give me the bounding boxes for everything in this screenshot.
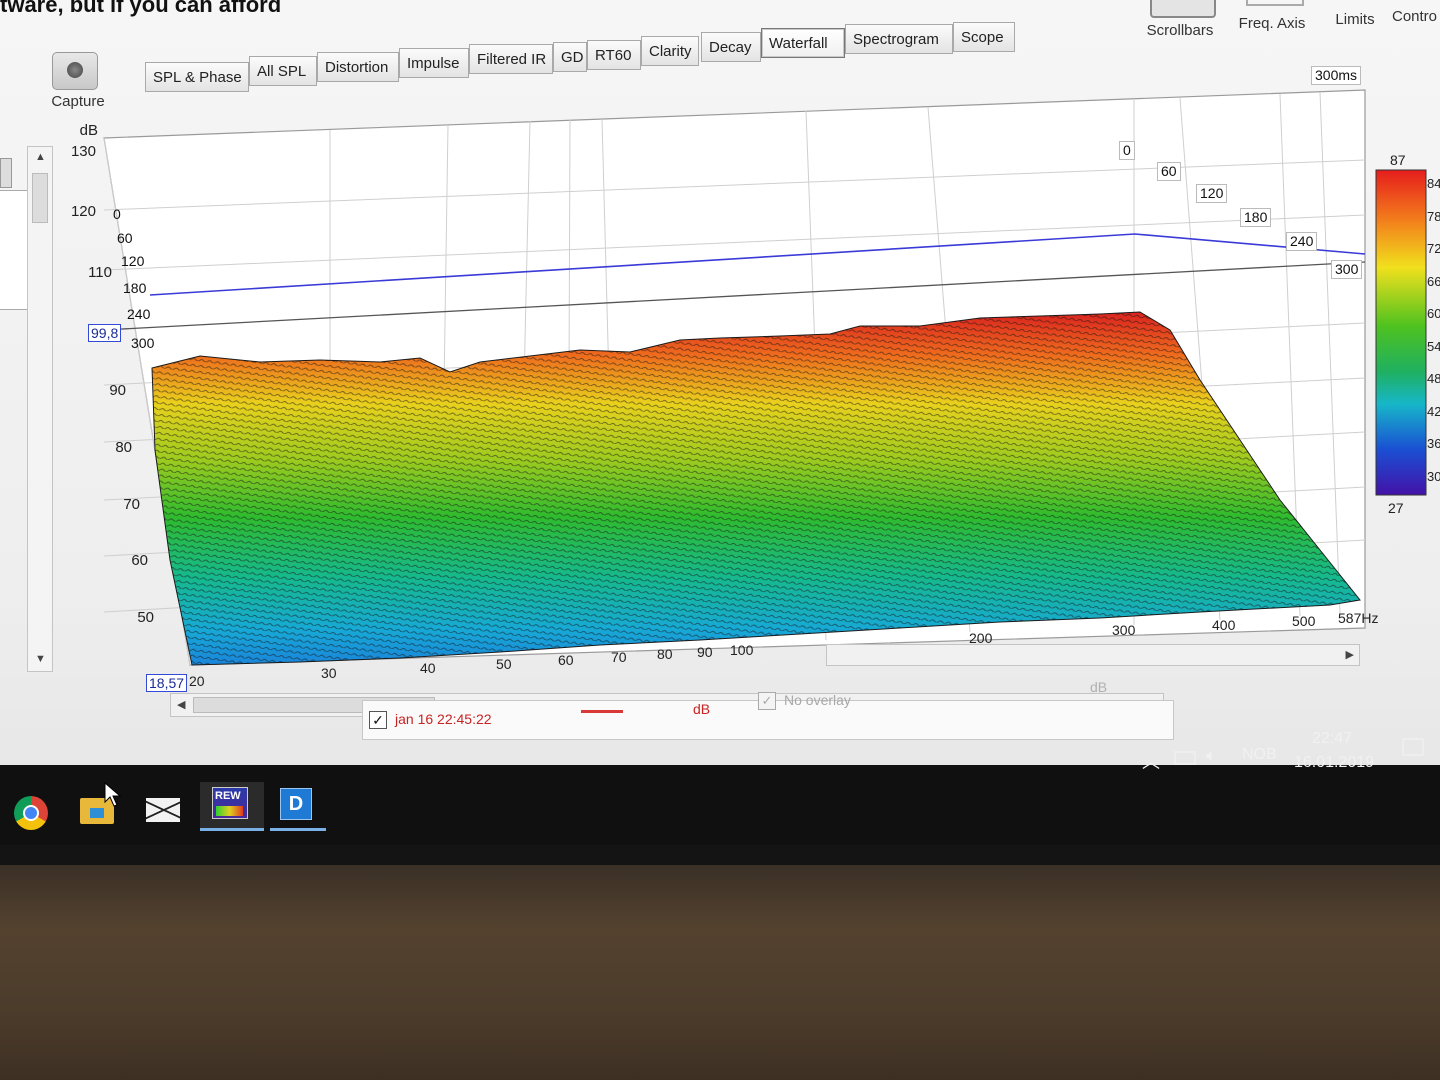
time-label-right: 300	[1331, 260, 1363, 279]
scroll-left-icon[interactable]: ◀	[177, 698, 185, 711]
time-label-left: 60	[117, 230, 133, 246]
x-readout[interactable]: 18,57	[146, 674, 188, 692]
dirac-icon: D	[280, 788, 312, 820]
overlay-label[interactable]: No overlay	[784, 692, 851, 708]
time-label-right: 120	[1196, 184, 1228, 203]
screen: tware, but if you can afford Capture Scr…	[0, 0, 1440, 845]
monitor-bezel	[0, 845, 1440, 865]
measurement-line-swatch	[581, 710, 623, 713]
time-label-left: 240	[127, 306, 151, 322]
time-label-left: 120	[121, 253, 145, 269]
colorscale-tick: 84	[1427, 176, 1440, 191]
colorscale-tick: 42	[1427, 403, 1440, 419]
x-tick-label: 70	[611, 649, 627, 665]
x-tick-label: 60	[558, 652, 574, 668]
x-tick-label: 90	[697, 644, 713, 660]
colorscale-tick: 54	[1427, 338, 1440, 354]
measurement-checkbox[interactable]: ✓	[369, 711, 387, 729]
x-tick-label: 50	[496, 656, 512, 672]
dirac-taskbar-button[interactable]: D	[270, 782, 326, 831]
scroll-up-icon[interactable]: ▲	[35, 151, 46, 163]
colorscale-tick: 72	[1427, 241, 1440, 256]
time-label-right: 240	[1286, 232, 1318, 251]
rew-taskbar-button[interactable]: REW	[200, 782, 264, 831]
time-label-left: 0	[113, 206, 121, 222]
colorscale-tick: 66	[1427, 273, 1440, 289]
y-tick-label: 50	[137, 609, 154, 626]
x-tick-label: 100	[730, 642, 754, 658]
colorscale-tick: 60	[1427, 306, 1440, 321]
colorscale-min: 27	[1388, 500, 1404, 516]
vertical-scrollbar[interactable]: ▲ ▼	[27, 146, 53, 672]
x-tick-label: 40	[420, 660, 436, 676]
overlay-checkbox[interactable]: ✓	[758, 692, 776, 710]
x-tick-label: 300	[1112, 622, 1136, 638]
overlay-unit: dB	[1090, 679, 1108, 695]
y-axis-unit: dB	[79, 122, 98, 139]
mouse-cursor-icon	[104, 782, 122, 807]
x-readout-suffix: 20	[189, 673, 205, 689]
desk-background	[0, 865, 1440, 1080]
y-tick-label: 70	[123, 496, 140, 513]
time-label-right: 0	[1119, 141, 1135, 160]
y-tick-label: 80	[115, 439, 132, 456]
rew-icon-label: REW	[215, 790, 241, 802]
plot-scroll-right-icon[interactable]: ▶	[1346, 648, 1354, 661]
y-tick-label: 90	[109, 382, 126, 399]
network-icon[interactable]	[1174, 751, 1196, 765]
colorscale-tick: 36	[1427, 436, 1440, 451]
scroll-down-icon[interactable]: ▼	[35, 653, 46, 665]
time-label-left: 180	[123, 280, 147, 296]
y-tick-label: 130	[70, 143, 96, 160]
x-tick-label: 80	[657, 646, 673, 662]
chrome-icon[interactable]	[14, 796, 48, 830]
x-tick-label: 30	[321, 665, 337, 681]
measurement-unit: dB	[693, 701, 711, 717]
time-window-label: 300ms	[1311, 66, 1362, 85]
x-tick-label: 500	[1292, 613, 1316, 629]
y-tick-label: 60	[131, 552, 148, 569]
colorscale-max: 87	[1390, 152, 1406, 168]
rew-icon: REW	[212, 787, 248, 819]
colorscale-tick: 30	[1427, 468, 1440, 484]
measurement-name[interactable]: jan 16 22:45:22	[395, 711, 492, 727]
time-label-right: 180	[1240, 208, 1272, 227]
y-tick-label: 120	[70, 203, 96, 220]
colorscale-tick: 48	[1427, 371, 1440, 386]
time-label-left: 300	[131, 335, 155, 351]
time-label-right: 60	[1157, 162, 1181, 181]
tray-chevron-up-icon[interactable]: ︿	[1142, 748, 1160, 774]
vertical-scroll-thumb[interactable]	[32, 173, 48, 223]
volume-icon[interactable]: 🔈︎	[1206, 745, 1217, 766]
language-indicator[interactable]: NOB	[1242, 746, 1277, 764]
y-tick-label: 110	[88, 264, 112, 281]
plot-h-scrollbar[interactable]: ▶	[826, 644, 1360, 666]
colorscale-tick: 78	[1427, 208, 1440, 224]
x-tick-label: 587Hz	[1338, 610, 1379, 626]
clock-time[interactable]: 22:47	[1312, 730, 1352, 748]
waterfall-contours	[152, 312, 1360, 665]
x-tick-label: 400	[1212, 617, 1236, 633]
y-readout[interactable]: 99,8	[88, 324, 122, 342]
notifications-icon[interactable]	[1402, 738, 1424, 756]
color-scale-bar	[1375, 169, 1427, 496]
clock-date[interactable]: 16.01.2019	[1294, 754, 1374, 772]
mail-icon[interactable]	[146, 798, 180, 822]
